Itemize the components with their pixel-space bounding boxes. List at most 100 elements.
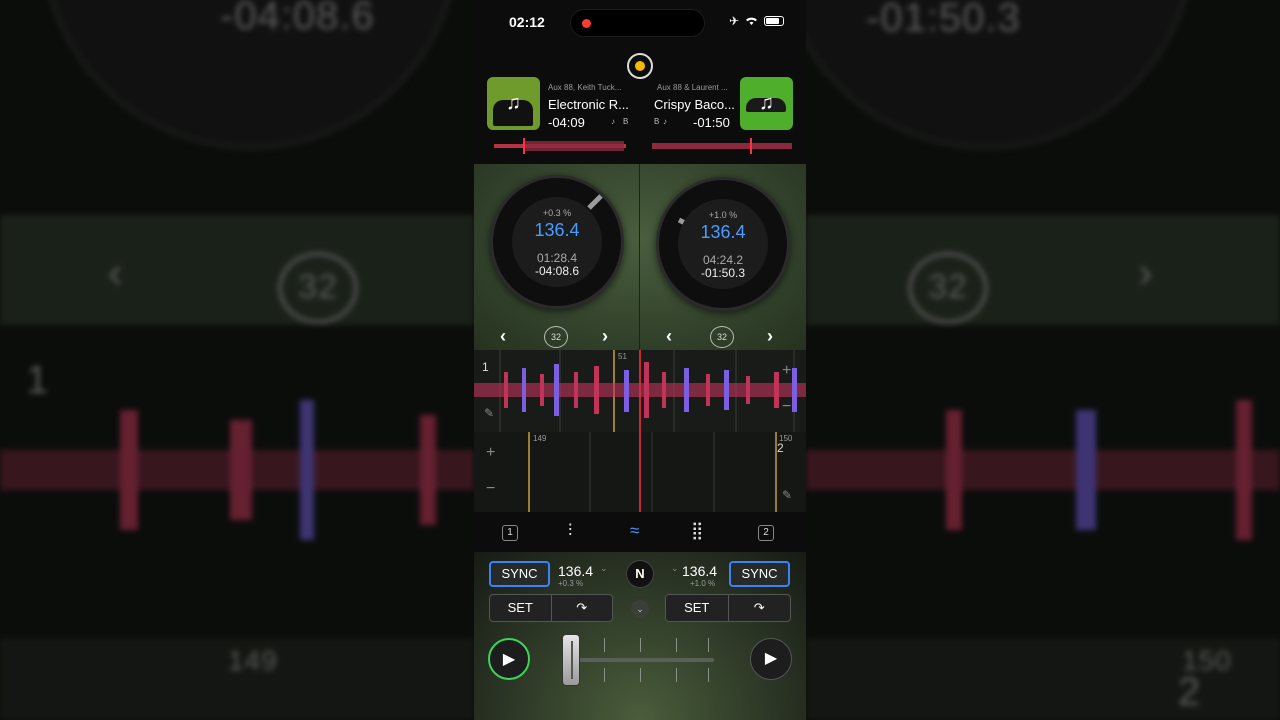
- master-indicator-icon: [635, 61, 645, 71]
- crossfader-tick: [676, 668, 677, 682]
- deck-a-artwork[interactable]: ♫: [487, 77, 540, 130]
- deck-b-bpm: 136.4: [700, 222, 746, 242]
- background-chevron-left-icon: ‹: [108, 248, 124, 297]
- deck-a-artist: Aux 88, Keith Tuck...: [548, 83, 622, 92]
- deck-a-play-button[interactable]: ▶: [488, 638, 530, 680]
- deck-a-note-icon: ♪: [611, 117, 615, 126]
- deck-a-loop-prev-icon[interactable]: ‹: [500, 326, 506, 347]
- deck-1-view-button[interactable]: 1: [502, 525, 518, 541]
- deck-a-key: B: [623, 117, 629, 126]
- deck-b-bpm-pitch: +1.0 %: [690, 579, 716, 588]
- battery-icon: [764, 16, 784, 26]
- status-icons: ✈: [729, 14, 784, 28]
- mixer-view-icon[interactable]: ⫶: [568, 521, 572, 541]
- dj-app-screen: 02:12 ✈ ♫ Aux 88, Keith Tuck... Electron…: [474, 0, 806, 720]
- crossfader-tick: [708, 638, 709, 652]
- deck-b-note-icon: ♪: [663, 117, 667, 126]
- deck-a-loop-next-icon[interactable]: ›: [602, 326, 608, 347]
- background-time-right: -01:50.3: [866, 0, 1021, 40]
- deck-a-bpm: 136.4: [534, 220, 580, 240]
- deck-a-jump-cue-icon[interactable]: ↷: [550, 595, 613, 621]
- background-left: -04:08.6 ‹ 32 1 149: [0, 0, 474, 720]
- deck-b-waveform-graphic: [528, 432, 777, 512]
- deck-b-sync-button[interactable]: SYNC: [729, 561, 790, 587]
- deck-a-pitch: +0.3 %: [542, 208, 572, 218]
- deck-b-jump-cue-icon[interactable]: ↷: [727, 595, 791, 621]
- master-button[interactable]: [627, 53, 653, 79]
- background-deck-number-right: 2: [1178, 670, 1202, 714]
- app-logo-button[interactable]: N: [626, 560, 654, 588]
- expand-chevron-icon[interactable]: ⌄: [631, 600, 649, 618]
- deck-a-sync-button[interactable]: SYNC: [489, 561, 550, 587]
- deck-b-bpm-chevron-icon[interactable]: ⌄: [671, 563, 679, 574]
- view-switcher: 1 ⫶ ≈ ⣿ 2: [474, 517, 806, 549]
- crossfader-tick: [604, 668, 605, 682]
- deck-b-elapsed: 04:24.2: [702, 253, 744, 267]
- deck-a-set-button[interactable]: SET: [490, 595, 551, 621]
- deck-b-waveform-deck-number: 2: [777, 441, 784, 455]
- status-bar: 02:12 ✈: [474, 0, 806, 44]
- crossfader-tick: [708, 668, 709, 682]
- status-time: 02:12: [509, 14, 545, 30]
- background-loop-band-right: [806, 215, 1280, 325]
- crossfader-handle[interactable]: [562, 634, 580, 686]
- deck-a-elapsed: 01:28.4: [536, 251, 578, 265]
- deck-a-remaining: -04:09: [548, 115, 585, 130]
- deck-b-cue-group: SET ↷: [665, 594, 791, 622]
- background-loop-icon: 32: [278, 252, 358, 324]
- deck-b-overview-waveform[interactable]: [652, 138, 792, 154]
- background-time-left: -04:08.6: [220, 0, 375, 38]
- deck-b-loop-icon[interactable]: 32: [710, 326, 734, 348]
- pads-view-icon[interactable]: ⣿: [691, 521, 703, 541]
- deck-a-zoom-in-button[interactable]: +: [782, 362, 791, 380]
- background-chevron-right-icon: ›: [1138, 248, 1154, 297]
- deck-2-view-button[interactable]: 2: [758, 525, 774, 541]
- deck-b-jog-wheel[interactable]: +1.0 % 136.4 04:24.2 -01:50.3: [656, 177, 790, 311]
- background-loop-icon-right: 32: [908, 252, 988, 324]
- deck-a-bpm-chevron-icon[interactable]: ⌄: [600, 563, 608, 574]
- background-grid-label-left: 149: [228, 645, 278, 676]
- deck-a-waveform[interactable]: 51 1 + − ✎: [474, 350, 806, 432]
- deck-b-key: B: [654, 117, 660, 126]
- deck-b-title: Crispy Baco...: [654, 97, 735, 112]
- wifi-icon: [746, 17, 757, 25]
- background-right: -01:50.3 32 › 150 2: [776, 0, 1280, 720]
- background-waveform-right: [806, 400, 1280, 540]
- deck-a-edit-icon[interactable]: ✎: [484, 406, 494, 420]
- deck-b-waveform[interactable]: 149 150 2 + − ✎: [474, 432, 806, 512]
- crossfader-tick: [604, 638, 605, 652]
- music-note-icon: ♫: [506, 92, 521, 114]
- deck-a-title: Electronic R...: [548, 97, 629, 112]
- deck-a-waveform-deck-number: 1: [482, 360, 489, 374]
- waveform-view-icon[interactable]: ≈: [630, 521, 639, 541]
- crossfader-tick: [640, 638, 641, 652]
- deck-b-loop-prev-icon[interactable]: ‹: [666, 326, 672, 347]
- deck-b-remaining: -01:50: [693, 115, 730, 130]
- music-note-icon-b: ♫: [759, 92, 774, 114]
- deck-b-pitch: +1.0 %: [708, 210, 738, 220]
- crossfader-track[interactable]: [570, 658, 714, 662]
- recording-dot-icon: [582, 19, 591, 28]
- airplane-icon: ✈: [728, 14, 739, 28]
- deck-divider: [639, 164, 640, 350]
- deck-a-zoom-out-button[interactable]: −: [782, 398, 791, 416]
- deck-a-bpm-pitch: +0.3 %: [558, 579, 584, 588]
- deck-a-overview-waveform[interactable]: [494, 138, 626, 154]
- deck-b-play-button[interactable]: ▶: [750, 638, 792, 680]
- deck-b-artwork[interactable]: ♫: [740, 77, 793, 130]
- deck-b-zoom-in-button[interactable]: +: [486, 444, 495, 462]
- deck-a-jog-wheel[interactable]: +0.3 % 136.4 01:28.4 -04:08.6: [490, 175, 624, 309]
- deck-a-cue-group: SET ↷: [489, 594, 613, 622]
- deck-b-set-button[interactable]: SET: [666, 595, 728, 621]
- deck-a-bpm-readout[interactable]: 136.4: [558, 563, 593, 579]
- deck-b-remaining-full: -01:50.3: [700, 266, 746, 280]
- deck-b-edit-icon[interactable]: ✎: [782, 488, 792, 502]
- deck-a-loop-icon[interactable]: 32: [544, 326, 568, 348]
- deck-b-artist: Aux 88 & Laurent ...: [657, 83, 728, 92]
- deck-b-loop-next-icon[interactable]: ›: [767, 326, 773, 347]
- deck-b-zoom-out-button[interactable]: −: [486, 480, 495, 498]
- deck-b-beat-marker-left: 149: [533, 434, 547, 443]
- crossfader-tick: [676, 638, 677, 652]
- dynamic-island: [570, 9, 705, 37]
- deck-b-bpm-readout[interactable]: 136.4: [682, 563, 717, 579]
